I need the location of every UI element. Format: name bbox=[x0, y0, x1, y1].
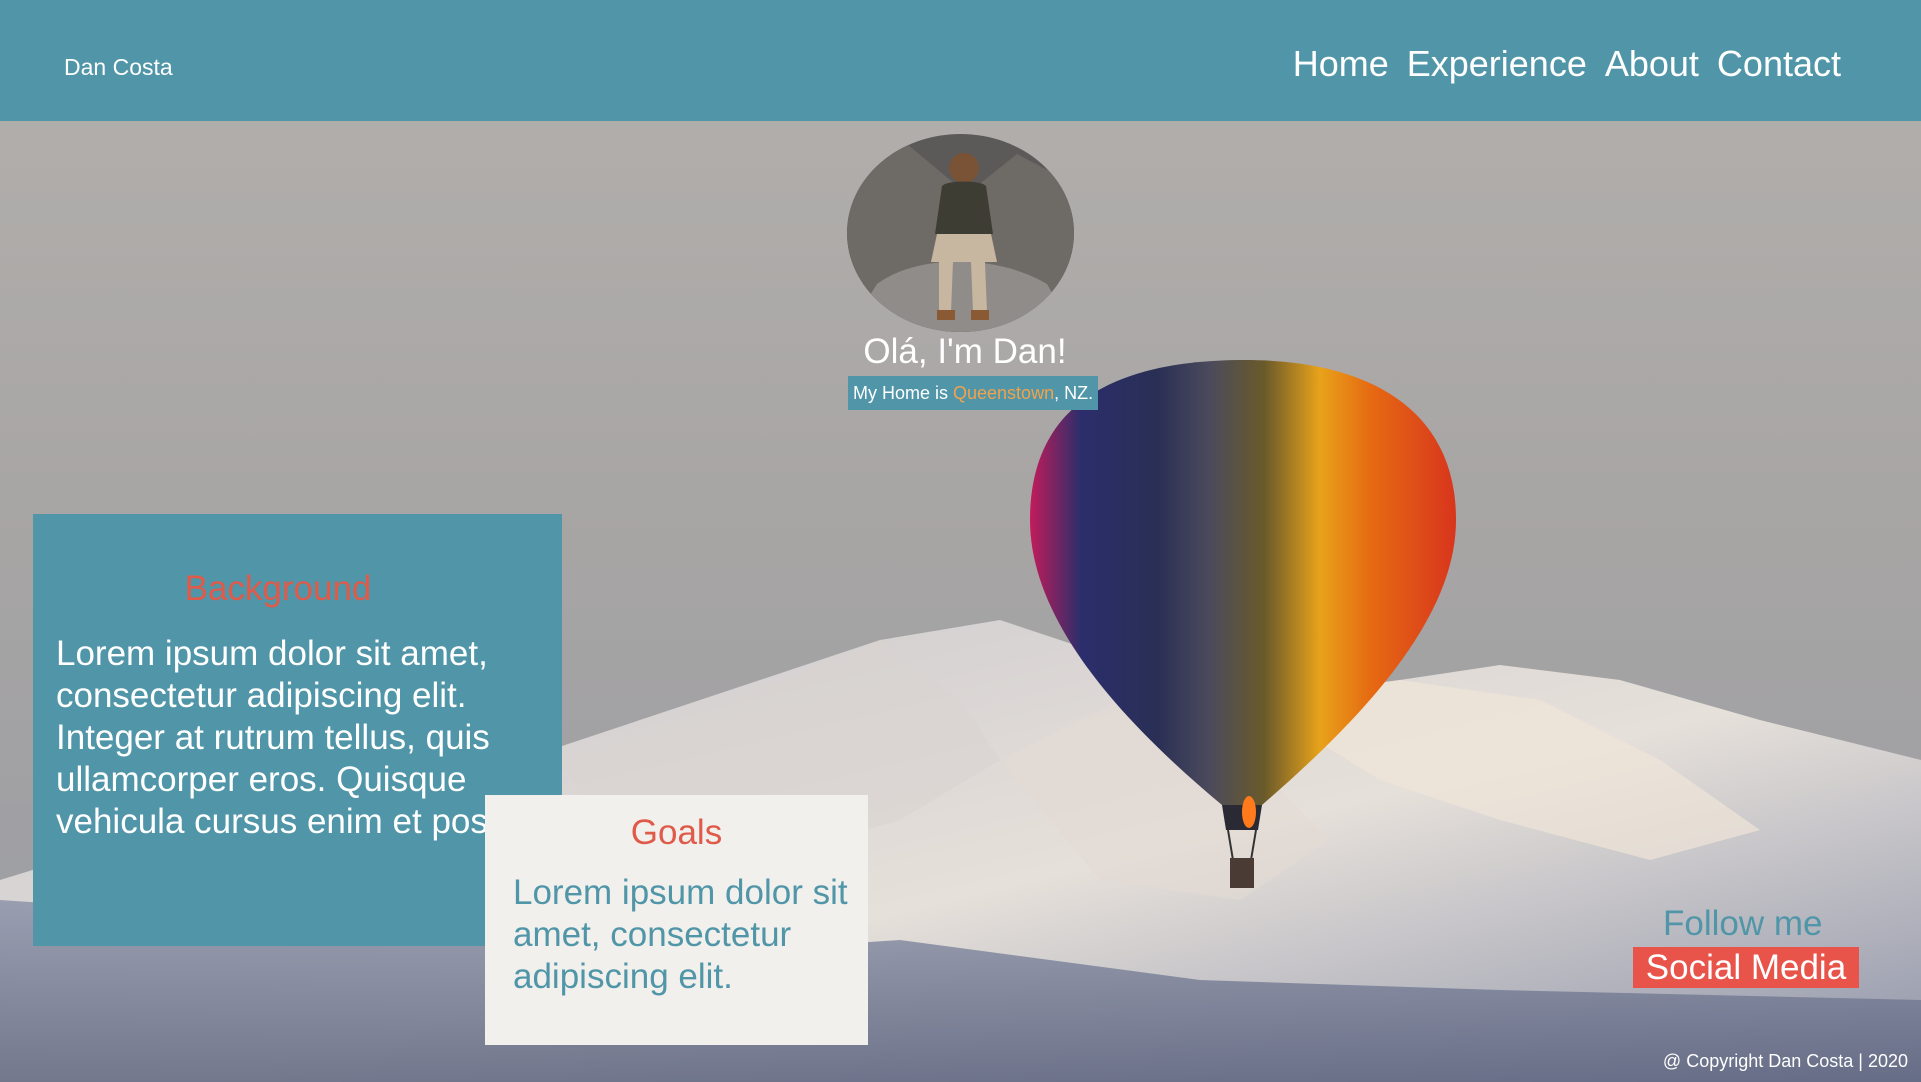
home-location-badge: My Home is Queenstown, NZ. bbox=[848, 376, 1099, 410]
nav-contact-link[interactable]: Contact bbox=[1717, 44, 1841, 84]
main-nav: Home Experience About Contact bbox=[1293, 44, 1841, 84]
background-title: Background bbox=[184, 569, 372, 608]
profile-avatar bbox=[847, 134, 1074, 332]
site-header: Dan Costa Home Experience About Contact bbox=[0, 0, 1921, 121]
home-suffix: , NZ. bbox=[1054, 383, 1094, 403]
background-card: Background Lorem ipsum dolor sit amet, c… bbox=[33, 514, 568, 946]
nav-about-link[interactable]: About bbox=[1605, 44, 1699, 84]
nav-home-link[interactable]: Home bbox=[1293, 44, 1389, 84]
hero-greeting: Olá, I'm Dan! bbox=[863, 332, 1067, 371]
home-prefix: My Home is bbox=[853, 383, 954, 403]
goals-card: Goals Lorem ipsum dolor sit amet, consec… bbox=[485, 795, 868, 1045]
goals-title: Goals bbox=[630, 813, 723, 852]
brand-name[interactable]: Dan Costa bbox=[64, 54, 173, 81]
follow-me-label: Follow me bbox=[1663, 904, 1823, 943]
goals-body: Lorem ipsum dolor sit amet, consectetur … bbox=[513, 873, 848, 996]
copyright-text: @ Copyright Dan Costa | 2020 bbox=[1662, 1051, 1908, 1071]
nav-experience-link[interactable]: Experience bbox=[1407, 44, 1587, 84]
social-media-button[interactable]: Social Media bbox=[1633, 947, 1859, 988]
home-city: Queenstown bbox=[953, 383, 1055, 403]
